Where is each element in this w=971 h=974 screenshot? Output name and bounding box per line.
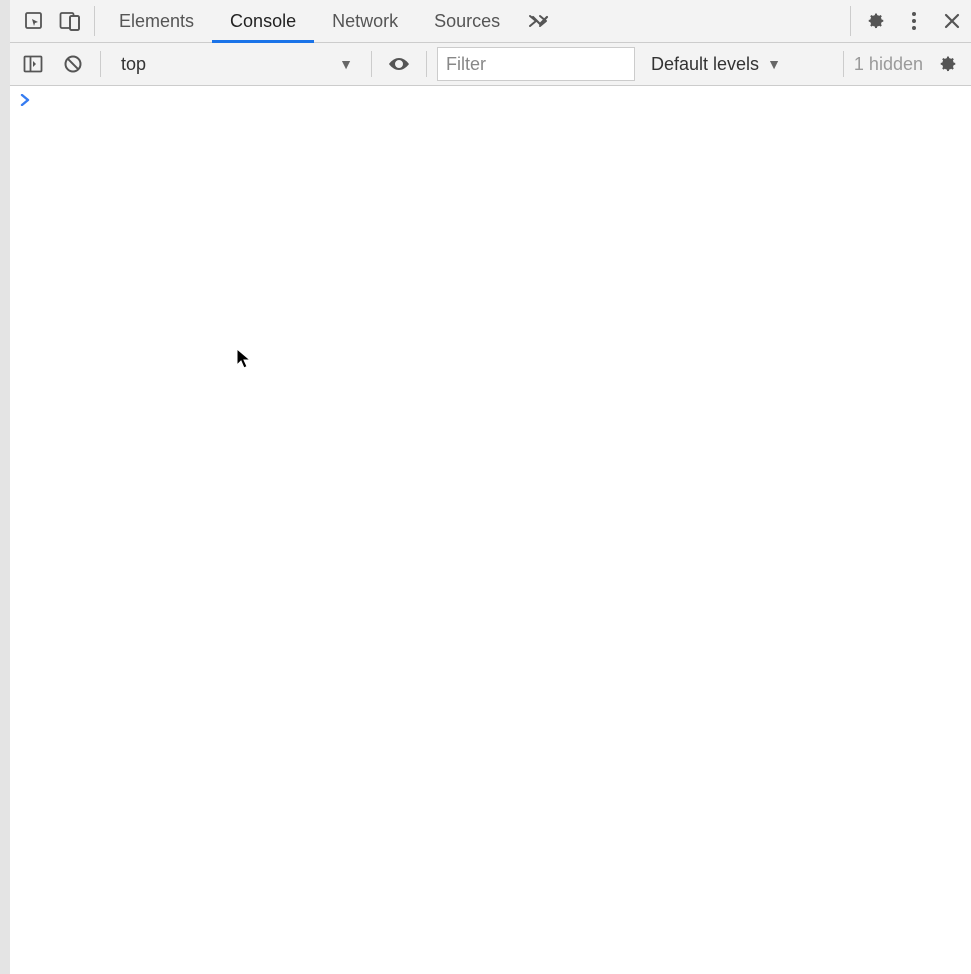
panel-tabs: Elements Console Network Sources — [101, 0, 518, 42]
kebab-menu-button[interactable] — [895, 0, 933, 42]
tab-console[interactable]: Console — [212, 0, 314, 42]
mouse-cursor-icon — [236, 348, 252, 370]
tab-label: Network — [332, 11, 398, 32]
tabbar-right-divider — [850, 6, 851, 36]
inspect-element-icon[interactable] — [16, 0, 52, 42]
filter-input[interactable] — [437, 47, 635, 81]
settings-button[interactable] — [857, 0, 895, 42]
execution-context-select[interactable]: top ▼ — [111, 50, 361, 78]
tab-label: Console — [230, 11, 296, 32]
toolbar-divider — [371, 51, 372, 77]
context-select-value: top — [121, 54, 146, 75]
toolbar-right: 1 hidden — [839, 51, 965, 77]
tab-network[interactable]: Network — [314, 0, 416, 42]
clear-console-icon[interactable] — [56, 43, 90, 85]
tab-label: Sources — [434, 11, 500, 32]
chevron-down-icon: ▼ — [767, 56, 781, 72]
console-output-area[interactable] — [10, 86, 971, 974]
tabbar-right-controls — [844, 0, 971, 42]
toolbar-divider — [100, 51, 101, 77]
console-toolbar: top ▼ Default levels ▼ 1 hidden — [10, 43, 971, 86]
chevron-down-icon: ▼ — [339, 56, 353, 72]
toggle-console-sidebar-icon[interactable] — [16, 43, 50, 85]
tabbar-divider — [94, 6, 95, 36]
window-left-gutter — [0, 0, 10, 974]
tab-label: Elements — [119, 11, 194, 32]
console-prompt-row[interactable] — [10, 86, 971, 114]
toolbar-divider — [843, 51, 844, 77]
tab-sources[interactable]: Sources — [416, 0, 518, 42]
main-tabbar: Elements Console Network Sources — [10, 0, 971, 43]
log-levels-select[interactable]: Default levels ▼ — [641, 54, 785, 75]
live-expression-eye-icon[interactable] — [382, 43, 416, 85]
close-devtools-button[interactable] — [933, 0, 971, 42]
tab-elements[interactable]: Elements — [101, 0, 212, 42]
console-settings-icon[interactable] — [931, 54, 965, 74]
hidden-messages-count[interactable]: 1 hidden — [854, 54, 925, 75]
log-levels-label: Default levels — [651, 54, 759, 75]
toolbar-divider — [426, 51, 427, 77]
toggle-device-toolbar-icon[interactable] — [52, 0, 88, 42]
more-tabs-chevrons-icon[interactable] — [518, 0, 562, 42]
devtools-root: Elements Console Network Sources — [10, 0, 971, 974]
prompt-chevron-icon — [20, 94, 30, 106]
